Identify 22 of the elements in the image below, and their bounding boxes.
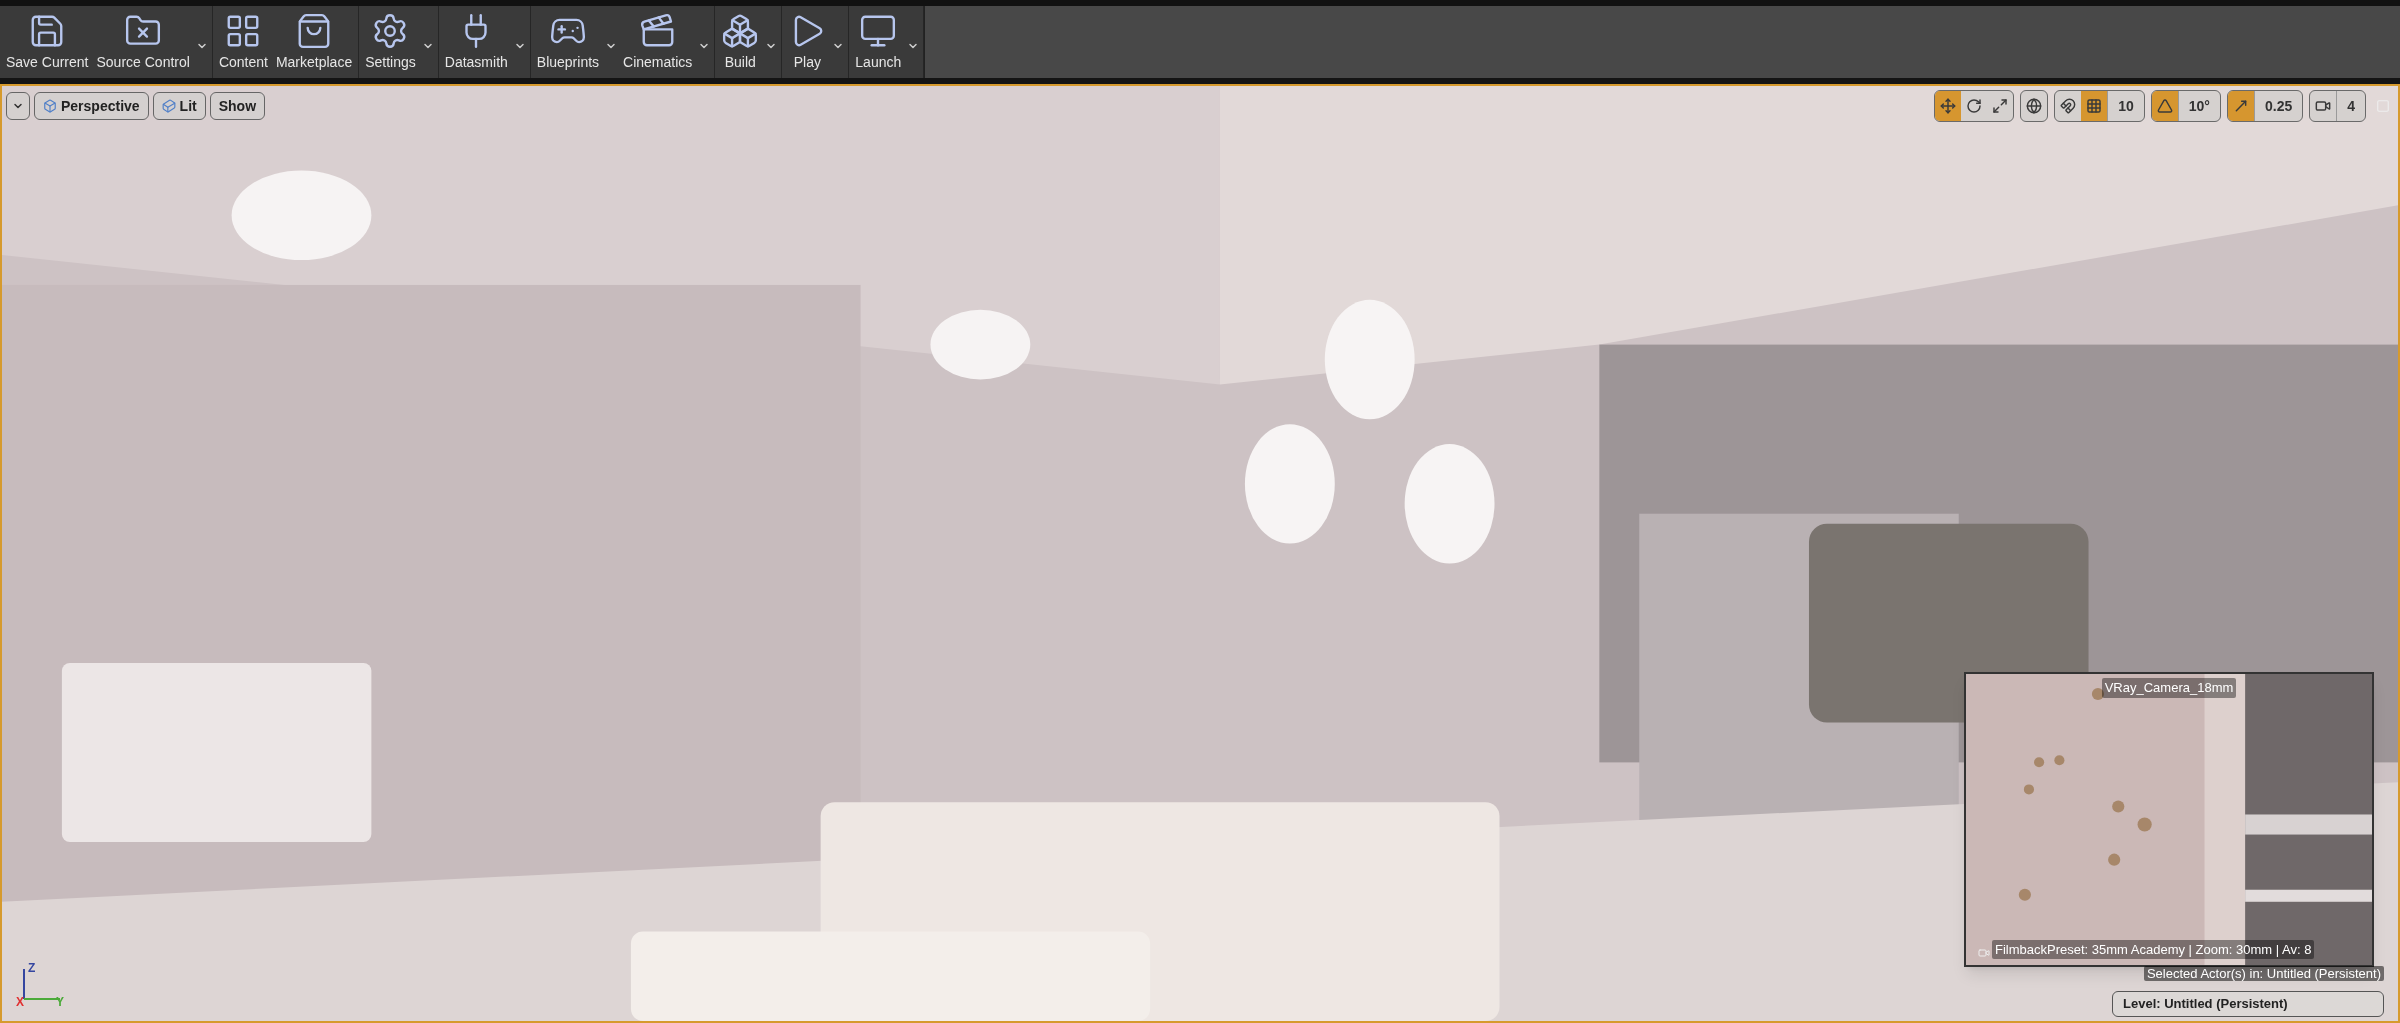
toolbar-button[interactable]: Cinematics xyxy=(619,6,697,78)
toolbar-button[interactable]: Blueprints xyxy=(532,6,604,78)
toolbar-label: Settings xyxy=(365,52,416,72)
toolbar-label: Cinematics xyxy=(623,52,693,72)
toolbar-label: Build xyxy=(724,52,756,72)
toolbar-button[interactable]: Content xyxy=(214,6,272,78)
toolbar-button[interactable]: Save Current xyxy=(2,6,93,78)
toolbar-button[interactable]: Marketplace xyxy=(271,6,357,78)
toolbar-label: Save Current xyxy=(6,52,89,72)
toolbar-button[interactable]: Play xyxy=(784,6,831,78)
toolbar-label: Content xyxy=(218,52,268,72)
toolbar-button[interactable]: Launch xyxy=(851,6,906,78)
toolbar-label: Play xyxy=(793,52,821,72)
toolbar-button[interactable]: Settings xyxy=(361,6,420,78)
toolbar-button[interactable]: Source Control xyxy=(92,6,194,78)
toolbar-label: Launch xyxy=(855,52,902,72)
toolbar-button[interactable]: Build xyxy=(717,6,764,78)
toolbar-button[interactable]: Datasmith xyxy=(440,6,512,78)
toolbar-label: Marketplace xyxy=(275,52,353,72)
toolbar-label: Source Control xyxy=(96,52,190,72)
toolbar-label: Datasmith xyxy=(444,52,508,72)
toolbar-label: Blueprints xyxy=(536,52,600,72)
